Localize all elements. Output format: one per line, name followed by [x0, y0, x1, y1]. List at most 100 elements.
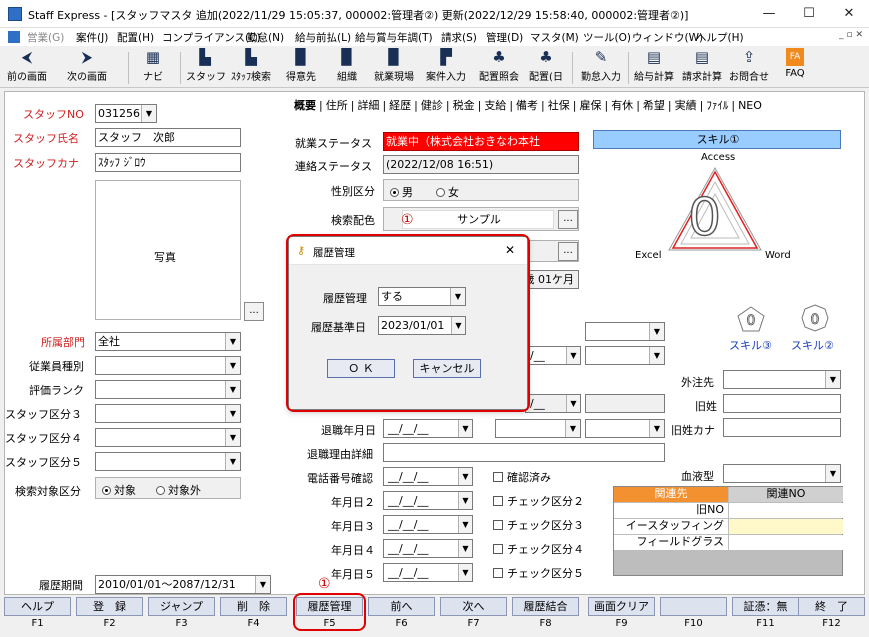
menu-master[interactable]: マスタ(M) [530, 30, 579, 45]
tab-employment-ins[interactable]: 雇保 [576, 99, 604, 112]
related-row-no[interactable] [729, 535, 843, 550]
menu-job[interactable]: 案件(J) [76, 30, 108, 45]
chevron-down-icon[interactable]: ▼ [825, 371, 840, 388]
photo-frame[interactable]: 写真 [95, 180, 241, 320]
date4-field[interactable]: __/__/__ ▼ [383, 539, 473, 558]
tab-payment[interactable]: 支給 [481, 99, 509, 112]
staff-cat5-select[interactable]: ▼ [95, 452, 241, 471]
tab-overview[interactable]: 概要 [291, 99, 319, 112]
chevron-down-icon[interactable]: ▼ [225, 381, 240, 398]
retire-type-select[interactable]: ▼ [495, 419, 581, 438]
attendance-button[interactable]: ✎ 勤怠入力 [578, 48, 624, 86]
skill3-mini-chart[interactable]: 0 [737, 306, 765, 332]
inquiry-button[interactable]: ⇪ お問合せ [728, 48, 770, 86]
menu-attendance[interactable]: 勤怠(N) [247, 30, 284, 45]
assign-view-button[interactable]: ♣ 配置照会 [476, 48, 522, 86]
tab-tax[interactable]: 税金 [450, 99, 478, 112]
chevron-down-icon[interactable]: ▼ [225, 405, 240, 422]
confirmed-checkbox[interactable]: 確認済み [493, 469, 551, 485]
staff-cat3-select[interactable]: ▼ [95, 404, 241, 423]
assign-day-button[interactable]: ♣ 配置(日 [526, 48, 566, 86]
gender-female-radio[interactable]: 女 [436, 184, 459, 200]
f4-delete-button[interactable]: 削 除 [220, 597, 287, 616]
tab-wishes[interactable]: 希望 [640, 99, 668, 112]
tab-career[interactable]: 経歴 [386, 99, 414, 112]
f1-help-button[interactable]: ヘルプ [4, 597, 71, 616]
skill2-link[interactable]: スキル② [791, 337, 834, 353]
blood-type-select[interactable]: ▼ [723, 464, 841, 483]
menu-tools[interactable]: ツール(O) [583, 30, 631, 45]
staff-name-field[interactable]: スタッフ 次郎 [95, 128, 241, 147]
phone-confirm-date[interactable]: __/__/__ ▼ [383, 467, 473, 486]
chevron-down-icon[interactable]: ▼ [649, 347, 664, 364]
staff-button[interactable]: ▙ スタッフ [186, 48, 226, 86]
gender-male-radio[interactable]: 男 [390, 184, 413, 200]
tab-health[interactable]: 健診 [418, 99, 446, 112]
menu-admin[interactable]: 管理(D) [486, 30, 523, 45]
retire-date-field[interactable]: __/__/__ ▼ [383, 419, 473, 438]
date3-field[interactable]: __/__/__ ▼ [383, 515, 473, 534]
extra-select-1[interactable]: ▼ [585, 322, 665, 341]
close-button[interactable]: ✕ [829, 0, 869, 28]
chevron-down-icon[interactable]: ▼ [458, 540, 472, 557]
faq-button[interactable]: FA FAQ [780, 48, 810, 86]
chevron-down-icon[interactable]: ▼ [255, 576, 270, 593]
history-period-select[interactable]: 2010/01/01～2087/12/31 ▼ [95, 575, 271, 594]
retire-reason-field[interactable] [383, 443, 665, 462]
search-color-button[interactable]: ... [558, 210, 578, 229]
skill1-header[interactable]: スキル① [593, 130, 841, 149]
check4-checkbox[interactable]: チェック区分４ [493, 541, 584, 557]
f7-next-button[interactable]: 次へ [440, 597, 507, 616]
photo-browse-button[interactable]: ... [244, 302, 264, 321]
date5-field[interactable]: __/__/__ ▼ [383, 563, 473, 582]
hidden-browse-button[interactable]: ... [558, 242, 578, 261]
chevron-down-icon[interactable]: ▼ [458, 492, 472, 509]
staff-no-field[interactable]: 031256 ▼ [95, 104, 157, 123]
dept-select[interactable]: 全社 ▼ [95, 332, 241, 351]
menu-sales[interactable]: 営業(G) [27, 30, 64, 45]
chevron-down-icon[interactable]: ▼ [458, 420, 472, 437]
check2-checkbox[interactable]: チェック区分２ [493, 493, 584, 509]
chevron-down-icon[interactable]: ▼ [566, 395, 580, 412]
date-field-b[interactable]: /__ ▼ [525, 394, 581, 413]
outsource-select[interactable]: ▼ [723, 370, 841, 389]
chevron-down-icon[interactable]: ▼ [566, 347, 580, 364]
chevron-down-icon[interactable]: ▼ [565, 420, 580, 437]
chevron-down-icon[interactable]: ▼ [225, 357, 240, 374]
chevron-down-icon[interactable]: ▼ [225, 429, 240, 446]
check3-checkbox[interactable]: チェック区分３ [493, 517, 584, 533]
payroll-button[interactable]: ▤ 給与計算 [632, 48, 676, 86]
maximize-button[interactable]: ☐ [789, 0, 829, 28]
chevron-down-icon[interactable]: ▼ [225, 333, 240, 350]
staff-cat4-select[interactable]: ▼ [95, 428, 241, 447]
site-button[interactable]: ▉ 就業現場 [370, 48, 418, 86]
chevron-down-icon[interactable]: ▼ [458, 468, 472, 485]
emp-type-select[interactable]: ▼ [95, 356, 241, 375]
org-button[interactable]: ▉ 組織 [332, 48, 362, 86]
skill2-mini-chart[interactable]: 0 [801, 304, 829, 332]
chevron-down-icon[interactable]: ▼ [458, 516, 472, 533]
tab-notes[interactable]: 備考 [513, 99, 541, 112]
tab-social-ins[interactable]: 社保 [545, 99, 573, 112]
tab-files[interactable]: ﾌｧｲﾙ [703, 99, 731, 112]
chevron-down-icon[interactable]: ▼ [225, 453, 240, 470]
menu-help[interactable]: ヘルプ(H) [696, 30, 744, 45]
tab-paid-leave[interactable]: 有休 [608, 99, 636, 112]
client-button[interactable]: ▉ 得意先 [282, 48, 320, 86]
prev-screen-button[interactable]: ⮜ 前の画面 [4, 48, 50, 86]
extra-select-2[interactable]: ▼ [585, 346, 665, 365]
f11-voucher-button[interactable]: 証憑：無 [732, 597, 799, 616]
chevron-down-icon[interactable]: ▼ [141, 105, 156, 122]
date-field-a[interactable]: /__ ▼ [525, 346, 581, 365]
job-entry-button[interactable]: ▛ 案件入力 [424, 48, 468, 86]
tab-neo[interactable]: NEO [735, 99, 765, 112]
check5-checkbox[interactable]: チェック区分５ [493, 565, 584, 581]
menu-compliance[interactable]: コンプライアンス(C) [162, 30, 261, 45]
f8-history-merge-button[interactable]: 履歴結合 [512, 597, 579, 616]
related-row-no[interactable] [729, 503, 843, 518]
chevron-down-icon[interactable]: ▼ [649, 420, 664, 437]
menu-billing[interactable]: 請求(S) [441, 30, 477, 45]
f2-register-button[interactable]: 登 録 [76, 597, 143, 616]
search-target-on-radio[interactable]: 対象 [102, 482, 136, 498]
tab-detail[interactable]: 詳細 [354, 99, 382, 112]
